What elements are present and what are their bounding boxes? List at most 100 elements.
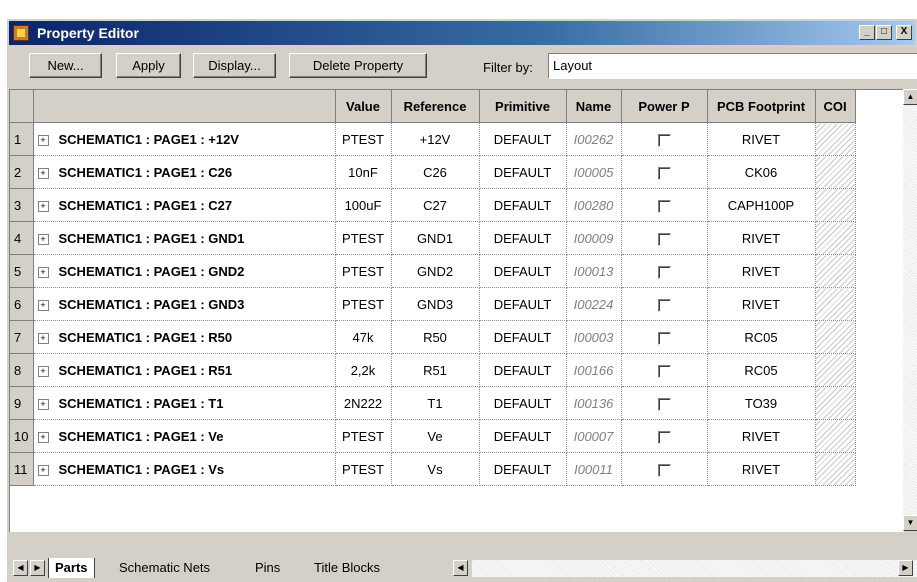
power-checkbox[interactable] bbox=[657, 364, 671, 378]
expand-icon[interactable]: + bbox=[37, 464, 49, 476]
coi-cell[interactable] bbox=[815, 320, 856, 354]
power-checkbox[interactable] bbox=[657, 298, 671, 312]
row-number[interactable]: 9 bbox=[10, 386, 34, 420]
part-cell[interactable]: + SCHEMATIC1 : PAGE1 : R50 bbox=[33, 320, 336, 354]
table-row[interactable]: 4 + SCHEMATIC1 : PAGE1 : GND1 PTEST GND1 DEFA… bbox=[10, 221, 856, 255]
power-header[interactable]: Power P bbox=[621, 90, 708, 123]
power-checkbox[interactable] bbox=[657, 331, 671, 345]
corner-header[interactable] bbox=[10, 90, 34, 123]
tab-title-blocks[interactable]: Title Blocks bbox=[308, 558, 386, 578]
footprint-cell[interactable]: RIVET bbox=[707, 122, 816, 156]
coi-cell[interactable] bbox=[815, 386, 856, 420]
value-header[interactable]: Value bbox=[335, 90, 392, 123]
coi-cell[interactable] bbox=[815, 419, 856, 453]
reference-cell[interactable]: GND1 bbox=[391, 221, 480, 255]
name-cell[interactable]: I00007 bbox=[566, 419, 622, 453]
footprint-cell[interactable]: RIVET bbox=[707, 221, 816, 255]
title-bar[interactable]: Property Editor _ □ X bbox=[9, 21, 915, 45]
primitive-cell[interactable]: DEFAULT bbox=[479, 353, 567, 387]
power-checkbox[interactable] bbox=[657, 463, 671, 477]
table-row[interactable]: 5 + SCHEMATIC1 : PAGE1 : GND2 PTEST GND2 DEFA… bbox=[10, 254, 856, 288]
power-checkbox[interactable] bbox=[657, 397, 671, 411]
part-cell[interactable]: + SCHEMATIC1 : PAGE1 : Vs bbox=[33, 452, 336, 486]
power-cell[interactable] bbox=[621, 155, 708, 189]
hscroll-right-icon[interactable]: ▶ bbox=[898, 560, 913, 576]
name-cell[interactable]: I00009 bbox=[566, 221, 622, 255]
footprint-cell[interactable]: CAPH100P bbox=[707, 188, 816, 222]
primitive-cell[interactable]: DEFAULT bbox=[479, 386, 567, 420]
power-checkbox[interactable] bbox=[657, 166, 671, 180]
name-cell[interactable]: I00166 bbox=[566, 353, 622, 387]
tab-scroll-left-icon[interactable]: ◀ bbox=[13, 560, 28, 576]
value-cell[interactable]: PTEST bbox=[335, 254, 392, 288]
value-cell[interactable]: PTEST bbox=[335, 419, 392, 453]
power-checkbox[interactable] bbox=[657, 133, 671, 147]
power-cell[interactable] bbox=[621, 221, 708, 255]
reference-cell[interactable]: Ve bbox=[391, 419, 480, 453]
footprint-cell[interactable]: CK06 bbox=[707, 155, 816, 189]
power-checkbox[interactable] bbox=[657, 430, 671, 444]
expand-icon[interactable]: + bbox=[37, 332, 49, 344]
power-cell[interactable] bbox=[621, 386, 708, 420]
scroll-down-icon[interactable]: ▼ bbox=[903, 515, 917, 531]
power-cell[interactable] bbox=[621, 254, 708, 288]
part-cell[interactable]: + SCHEMATIC1 : PAGE1 : Ve bbox=[33, 419, 336, 453]
power-cell[interactable] bbox=[621, 188, 708, 222]
row-number[interactable]: 5 bbox=[10, 254, 34, 288]
minimize-button[interactable]: _ bbox=[859, 25, 875, 40]
expand-icon[interactable]: + bbox=[37, 365, 49, 377]
expand-icon[interactable]: + bbox=[37, 266, 49, 278]
reference-cell[interactable]: C27 bbox=[391, 188, 480, 222]
power-cell[interactable] bbox=[621, 287, 708, 321]
reference-cell[interactable]: C26 bbox=[391, 155, 480, 189]
part-cell[interactable]: + SCHEMATIC1 : PAGE1 : GND3 bbox=[33, 287, 336, 321]
coi-cell[interactable] bbox=[815, 353, 856, 387]
table-row[interactable]: 11 + SCHEMATIC1 : PAGE1 : Vs PTEST Vs DEFAULT… bbox=[10, 452, 856, 486]
part-cell[interactable]: + SCHEMATIC1 : PAGE1 : C27 bbox=[33, 188, 336, 222]
coi-cell[interactable] bbox=[815, 287, 856, 321]
new-button[interactable]: New... bbox=[29, 53, 102, 78]
primitive-cell[interactable]: DEFAULT bbox=[479, 155, 567, 189]
power-checkbox[interactable] bbox=[657, 265, 671, 279]
horizontal-scroll-track[interactable] bbox=[472, 560, 917, 577]
value-cell[interactable]: PTEST bbox=[335, 452, 392, 486]
table-row[interactable]: 9 + SCHEMATIC1 : PAGE1 : T1 2N222 T1 DEFAULT I… bbox=[10, 386, 856, 420]
expand-icon[interactable]: + bbox=[37, 431, 49, 443]
tab-scroll-right-icon[interactable]: ▶ bbox=[30, 560, 45, 576]
row-number[interactable]: 2 bbox=[10, 155, 34, 189]
reference-cell[interactable]: Vs bbox=[391, 452, 480, 486]
part-cell[interactable]: + SCHEMATIC1 : PAGE1 : +12V bbox=[33, 122, 336, 156]
expand-icon[interactable]: + bbox=[37, 200, 49, 212]
delete-property-button[interactable]: Delete Property bbox=[289, 53, 427, 78]
primitive-cell[interactable]: DEFAULT bbox=[479, 254, 567, 288]
apply-button[interactable]: Apply bbox=[116, 53, 181, 78]
coi-cell[interactable] bbox=[815, 221, 856, 255]
value-cell[interactable]: PTEST bbox=[335, 122, 392, 156]
part-cell[interactable]: + SCHEMATIC1 : PAGE1 : GND1 bbox=[33, 221, 336, 255]
power-cell[interactable] bbox=[621, 122, 708, 156]
part-header[interactable] bbox=[33, 90, 336, 123]
primitive-cell[interactable]: DEFAULT bbox=[479, 452, 567, 486]
primitive-cell[interactable]: DEFAULT bbox=[479, 419, 567, 453]
row-number[interactable]: 7 bbox=[10, 320, 34, 354]
table-row[interactable]: 7 + SCHEMATIC1 : PAGE1 : R50 47k R50 DEFAULT I… bbox=[10, 320, 856, 354]
table-row[interactable]: 8 + SCHEMATIC1 : PAGE1 : R51 2,2k R51 DEFAULT… bbox=[10, 353, 856, 387]
row-number[interactable]: 11 bbox=[10, 452, 34, 486]
power-cell[interactable] bbox=[621, 419, 708, 453]
footprint-cell[interactable]: RC05 bbox=[707, 353, 816, 387]
primitive-cell[interactable]: DEFAULT bbox=[479, 287, 567, 321]
name-cell[interactable]: I00005 bbox=[566, 155, 622, 189]
restore-button[interactable]: □ bbox=[876, 25, 892, 40]
reference-cell[interactable]: GND2 bbox=[391, 254, 480, 288]
footprint-cell[interactable]: RIVET bbox=[707, 419, 816, 453]
value-cell[interactable]: 10nF bbox=[335, 155, 392, 189]
primitive-cell[interactable]: DEFAULT bbox=[479, 320, 567, 354]
power-checkbox[interactable] bbox=[657, 199, 671, 213]
part-cell[interactable]: + SCHEMATIC1 : PAGE1 : C26 bbox=[33, 155, 336, 189]
value-cell[interactable]: 2,2k bbox=[335, 353, 392, 387]
row-number[interactable]: 1 bbox=[10, 122, 34, 156]
row-number[interactable]: 10 bbox=[10, 419, 34, 453]
value-cell[interactable]: 2N222 bbox=[335, 386, 392, 420]
coi-cell[interactable] bbox=[815, 122, 856, 156]
table-row[interactable]: 2 + SCHEMATIC1 : PAGE1 : C26 10nF C26 DEFAULT… bbox=[10, 155, 856, 189]
